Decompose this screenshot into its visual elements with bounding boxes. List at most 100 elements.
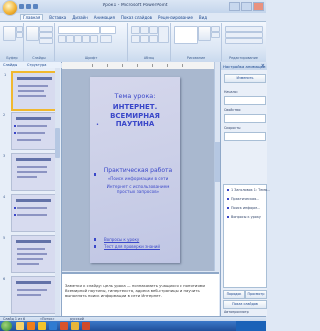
animation-item[interactable]: Вопросы к уроку [227,215,261,219]
align-center-button[interactable] [140,35,149,43]
office-button[interactable] [3,1,17,15]
play-button[interactable]: Просмотр [245,290,267,299]
font-color-button[interactable] [100,35,112,43]
tab-home[interactable]: Главная [20,14,44,20]
paragraph-group: Абзац [128,23,171,61]
select-button[interactable] [225,38,263,44]
align-left-button[interactable] [131,35,140,43]
ruler-tick [182,64,183,67]
property-select[interactable] [224,114,266,123]
new-slide-button[interactable] [26,26,39,41]
slides-group: Слайды [24,23,55,61]
reorder-button[interactable]: Порядок [223,290,245,299]
bullet-icon [94,238,96,241]
thumbnail-title [16,158,51,161]
italic-button[interactable] [66,35,74,43]
font-size-select[interactable] [100,26,116,34]
delete-slide-button[interactable] [39,38,53,44]
slide-body[interactable]: Практическая работа «Поиск информации в … [102,167,174,195]
paste-button[interactable] [3,26,16,41]
media-icon[interactable] [82,322,90,330]
folder-icon[interactable] [71,322,79,330]
tab-slideshow[interactable]: Показ слайдов [121,15,152,20]
shape-outline-button[interactable] [211,32,220,38]
slide-thumbnail[interactable]: 5 [3,235,56,273]
ruler-tick [137,64,138,67]
start-button[interactable] [1,321,12,331]
thumbnail-line [17,171,47,173]
explorer-icon[interactable] [16,322,24,330]
align-right-button[interactable] [149,35,158,43]
browser-icon[interactable] [27,322,35,330]
slide-thumbnail[interactable]: 1 [4,71,58,111]
bold-button[interactable] [58,35,66,43]
slide-thumbnails-pane: 1 2 3 4 5 6 [0,68,62,316]
undo-icon[interactable] [26,4,31,9]
powerpoint-icon[interactable] [60,322,68,330]
underline-button[interactable] [74,35,82,43]
thumbnails-scrollbar[interactable] [55,68,60,316]
tab-view[interactable]: Вид [199,15,207,20]
editing-group-label: Редактирование [229,56,258,60]
bullet-icon [94,245,96,248]
windows-taskbar [0,321,266,331]
bullets-button[interactable] [131,26,140,34]
ruler-tick [167,64,168,67]
speed-select[interactable] [224,132,266,141]
save-icon[interactable] [19,4,24,9]
thumbnail-title [16,281,51,284]
notes-pane[interactable]: Заметки к слайду: цель урока — познакоми… [62,272,219,318]
close-icon[interactable]: × [261,63,265,69]
copy-icon[interactable] [16,32,23,38]
shapes-gallery[interactable] [174,26,198,44]
tab-animation[interactable]: Анимация [94,15,115,20]
slide-link-test[interactable]: Тест для проверки знаний [104,244,160,249]
window-title: Урок1 - Microsoft PowerPoint [102,3,168,8]
scrollbar-thumb[interactable] [55,128,60,158]
tab-design[interactable]: Дизайн [72,15,88,20]
animation-item[interactable]: Поиск информ... [227,206,260,210]
slide-title[interactable]: Тема урока: ИНТЕРНЕТ. ВСЕМИРНАЯ ПАУТИНА [100,92,170,129]
autopreview-checkbox[interactable]: Автопросмотр [224,310,249,314]
editing-group: Редактирование [222,23,265,61]
thumbnail-line [17,248,45,250]
ruler-tick [92,64,93,67]
ribbon-tabs: Главная Вставка Дизайн Анимация Показ сл… [20,13,207,21]
shadow-button[interactable] [90,35,98,43]
redo-icon[interactable] [33,4,38,9]
tab-insert[interactable]: Вставка [49,15,66,20]
animation-list[interactable]: 1 Заголовок 1: Тема... Практическая... П… [223,184,270,288]
tab-slides[interactable]: Слайды [3,63,17,67]
clipboard-group: Буфер [1,23,24,61]
app-icon[interactable] [38,322,46,330]
word-icon[interactable] [49,322,57,330]
tab-outline[interactable]: Структура [27,63,46,67]
thumbnail-line [17,294,41,296]
close-button[interactable] [253,2,264,11]
slide-body-line: Интернет с использованием простых запрос… [106,183,170,195]
arrange-button[interactable] [198,26,211,41]
font-family-select[interactable] [58,26,100,34]
slide-number: 4 [3,195,6,199]
notes-text[interactable]: Заметки к слайду: цель урока — познакоми… [65,283,215,298]
text-direction-button[interactable] [158,26,169,43]
start-select[interactable] [224,96,266,105]
animation-item[interactable]: Практическая... [227,197,259,201]
change-effect-button[interactable]: Изменить [224,74,266,83]
drawing-group-label: Рисование [186,56,206,60]
slideshow-button[interactable]: Показ слайдов [223,300,267,309]
slide-thumbnail[interactable]: 4 [3,194,56,232]
slide-body-heading: Практическая работа [103,167,173,174]
tab-review[interactable]: Рецензирование [158,15,193,20]
numbering-button[interactable] [140,26,149,34]
slide-thumbnail[interactable]: 3 [3,153,56,191]
minimize-button[interactable] [229,2,240,11]
indent-button[interactable] [149,26,158,34]
slide-canvas[interactable]: Тема урока: ИНТЕРНЕТ. ВСЕМИРНАЯ ПАУТИНА … [90,77,180,263]
animation-item[interactable]: 1 Заголовок 1: Тема... [227,188,270,192]
slide-thumbnail[interactable]: 6 [3,276,56,314]
maximize-button[interactable] [241,2,252,11]
slide-thumbnail[interactable]: 2 [3,112,56,150]
slide-link-questions[interactable]: Вопросы к уроку [104,237,139,242]
strikethrough-button[interactable] [82,35,90,43]
